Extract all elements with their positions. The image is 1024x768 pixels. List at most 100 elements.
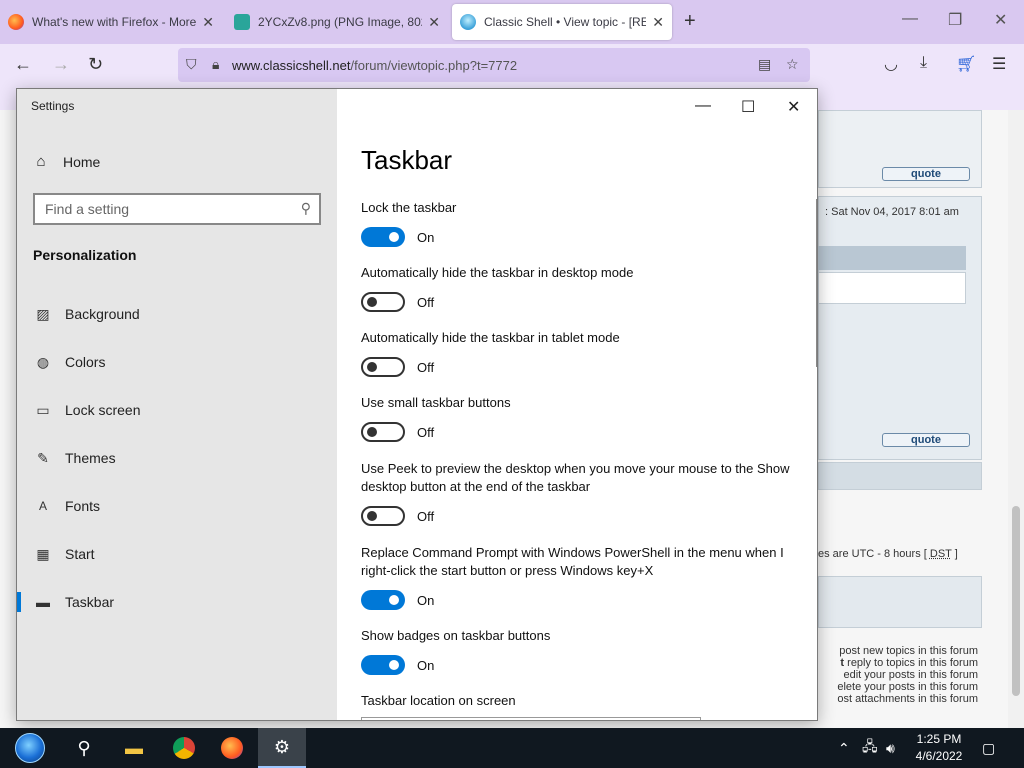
start-button[interactable] — [6, 728, 54, 768]
quote-button[interactable]: quote — [882, 433, 970, 447]
home-nav-item[interactable]: ⌂ Home — [33, 153, 100, 170]
settings-button[interactable]: ⚙ — [258, 728, 306, 768]
setting-autohide-desktop: Automatically hide the taskbar in deskto… — [361, 264, 797, 312]
settings-sidebar: Settings ⌂ Home Find a setting ⚲ Persona… — [17, 89, 337, 720]
firefox-button[interactable] — [208, 728, 256, 768]
search-button[interactable]: ⚲ — [60, 728, 108, 768]
setting-small-buttons: Use small taskbar buttons Off — [361, 394, 797, 442]
download-icon[interactable]: ⤓ — [920, 54, 927, 72]
tab-title: 2YCxZv8.png (PNG Image, 802 — [258, 15, 423, 29]
windows-taskbar: ⚲ ▬ ⚙ ⌃ 🖧︎ 🔊︎ 1:25 PM 4/6/2022 ▢ — [0, 728, 1024, 768]
post-divider — [818, 462, 982, 490]
firefox-icon — [8, 14, 24, 30]
reload-icon[interactable]: ↻ — [88, 54, 103, 75]
tab-png-image[interactable]: 2YCxZv8.png (PNG Image, 802 ✕ — [226, 4, 448, 40]
post-header-band — [818, 246, 966, 270]
lock-screen-icon: ▭ — [36, 401, 50, 418]
speaker-icon: 🔊︎ — [886, 739, 895, 756]
small-buttons-toggle[interactable] — [361, 422, 405, 442]
gear-icon: ⚙ — [273, 736, 291, 757]
folder-icon: ▬ — [125, 737, 143, 758]
url-bar[interactable]: ⛉ 🔒︎ www.classicshell.net/forum/viewtopi… — [178, 48, 810, 82]
search-icon: ⚲ — [300, 200, 311, 216]
jump-box — [818, 576, 982, 628]
shield-icon[interactable]: ⛉ — [186, 56, 197, 73]
network-tray[interactable]: 🖧︎ — [862, 728, 878, 768]
chevron-up-icon: ⌃ — [838, 739, 850, 756]
section-heading: Personalization — [33, 247, 137, 263]
sidebar-item-colors[interactable]: ◍ Colors — [17, 342, 337, 382]
tab-classic-shell[interactable]: Classic Shell • View topic - [REC ✕ — [452, 4, 672, 40]
taskbar-location-dropdown[interactable] — [361, 717, 701, 720]
close-icon[interactable]: ✕ — [787, 97, 800, 117]
maximize-icon[interactable]: ☐ — [741, 97, 755, 117]
badges-toggle[interactable] — [361, 655, 405, 675]
bookmark-star-icon[interactable]: ☆ — [786, 56, 799, 73]
autohide-desktop-toggle[interactable] — [361, 292, 405, 312]
chrome-button[interactable] — [160, 728, 208, 768]
autohide-tablet-toggle[interactable] — [361, 357, 405, 377]
window-title: Settings — [31, 99, 75, 113]
tab-title: Classic Shell • View topic - [REC — [484, 15, 647, 29]
page-scrollbar[interactable] — [1008, 110, 1024, 728]
permission-line: post new topics in this forum — [839, 645, 978, 657]
menu-icon[interactable]: ☰ — [992, 54, 1006, 74]
browser-nav-bar: ← → ↻ ⛉ 🔒︎ www.classicshell.net/forum/vi… — [0, 44, 1024, 86]
minimize-icon[interactable]: — — [902, 10, 918, 28]
sidebar-item-fonts[interactable]: A Fonts — [17, 486, 337, 526]
themes-icon: ✎ — [37, 449, 49, 466]
setting-lock-taskbar: Lock the taskbar On — [361, 199, 797, 247]
lock-taskbar-toggle[interactable] — [361, 227, 405, 247]
permission-line: elete your posts in this forum — [837, 681, 978, 693]
url-path: /forum/viewtopic.php?t=7772 — [350, 57, 518, 73]
lock-icon[interactable]: 🔒︎ — [212, 56, 219, 73]
setting-peek: Use Peek to preview the desktop when you… — [361, 460, 797, 526]
setting-badges: Show badges on taskbar buttons On — [361, 627, 797, 675]
picture-icon: ▨ — [36, 305, 50, 322]
clock-time: 1:25 PM — [916, 732, 962, 746]
clock[interactable]: 1:25 PM 4/6/2022 — [908, 731, 970, 765]
search-placeholder: Find a setting — [45, 201, 130, 217]
search-icon: ⚲ — [77, 737, 91, 758]
new-tab-button[interactable]: + — [684, 10, 696, 33]
peek-toggle[interactable] — [361, 506, 405, 526]
url-host: www.classicshell.net — [232, 57, 351, 73]
firefox-icon — [221, 737, 243, 759]
close-tab-icon[interactable]: ✕ — [428, 14, 440, 31]
sidebar-item-background[interactable]: ▨ Background — [17, 294, 337, 334]
network-icon: 🖧︎ — [862, 738, 878, 754]
back-icon[interactable]: ← — [14, 54, 32, 75]
minimize-icon[interactable]: — — [695, 97, 711, 115]
file-explorer-button[interactable]: ▬ — [110, 728, 158, 768]
start-icon: ▦ — [36, 545, 50, 562]
tab-title: What's new with Firefox - More — [32, 15, 197, 29]
pocket-icon[interactable]: ◡ — [884, 54, 898, 74]
close-tab-icon[interactable]: ✕ — [202, 14, 214, 31]
scrollbar-thumb[interactable] — [1012, 506, 1020, 696]
close-window-icon[interactable]: ✕ — [994, 10, 1007, 30]
powershell-toggle[interactable] — [361, 590, 405, 610]
cart-icon[interactable]: 🛒︎ — [956, 54, 976, 74]
notifications-button[interactable]: ▢ — [982, 728, 995, 768]
forward-icon[interactable]: → — [52, 54, 70, 75]
settings-scrollbar[interactable] — [816, 199, 817, 367]
reader-view-icon[interactable]: ▤ — [758, 56, 771, 73]
notification-icon: ▢ — [982, 739, 996, 756]
find-setting-input[interactable]: Find a setting ⚲ — [33, 193, 321, 225]
restore-icon[interactable]: ❐ — [948, 10, 962, 30]
sidebar-item-lock-screen[interactable]: ▭ Lock screen — [17, 390, 337, 430]
volume-tray[interactable]: 🔊︎ — [886, 728, 895, 768]
classic-shell-icon — [460, 14, 476, 30]
show-hidden-icons[interactable]: ⌃ — [838, 728, 850, 768]
sidebar-item-start[interactable]: ▦ Start — [17, 534, 337, 574]
sidebar-item-taskbar[interactable]: ▬ Taskbar — [17, 582, 337, 622]
permission-line: ost attachments in this forum — [837, 693, 978, 705]
tab-firefox-whats-new[interactable]: What's new with Firefox - More ✕ — [0, 4, 222, 40]
sidebar-item-themes[interactable]: ✎ Themes — [17, 438, 337, 478]
home-label: Home — [63, 153, 101, 170]
quote-button[interactable]: quote — [882, 167, 970, 181]
fonts-icon: A — [38, 499, 47, 513]
close-tab-icon[interactable]: ✕ — [652, 14, 664, 31]
chrome-icon — [173, 737, 195, 759]
windows-logo-icon — [15, 733, 45, 763]
